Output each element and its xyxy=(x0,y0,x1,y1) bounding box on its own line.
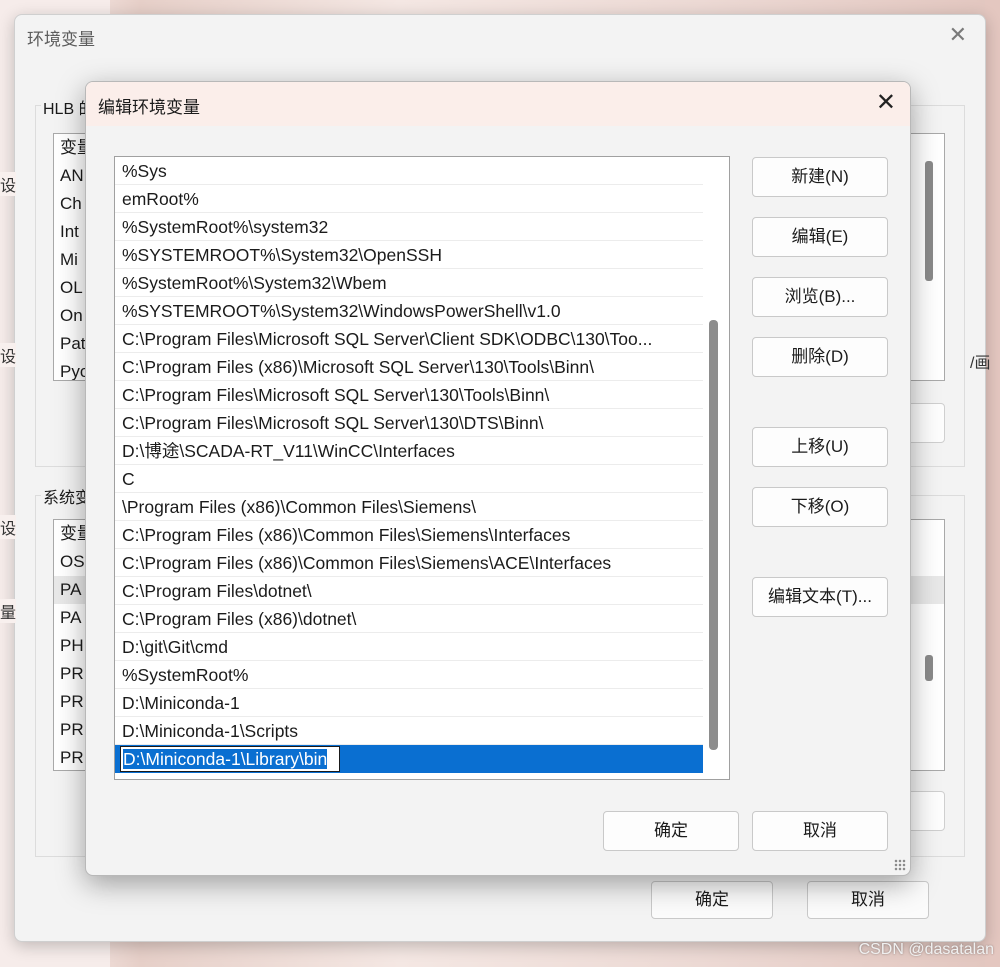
path-row[interactable]: D:\git\Git\cmd xyxy=(115,633,703,661)
edit-button[interactable]: 编辑(E) xyxy=(752,217,888,257)
path-edit-input[interactable]: D:\Miniconda-1\Library\bin xyxy=(120,746,341,772)
move-down-button[interactable]: 下移(O) xyxy=(752,487,888,527)
close-icon[interactable]: ✕ xyxy=(876,90,896,116)
path-row[interactable]: %SystemRoot%\system32 xyxy=(115,213,703,241)
path-row[interactable]: D:\Miniconda-1 xyxy=(115,689,703,717)
cancel-button[interactable]: 取消 xyxy=(752,811,888,851)
ok-button[interactable]: 确定 xyxy=(651,881,773,919)
path-row[interactable]: %Sys xyxy=(115,157,703,185)
cancel-button[interactable]: 取消 xyxy=(807,881,929,919)
watermark: CSDN @dasatalan xyxy=(858,941,994,958)
path-row[interactable]: %SYSTEMROOT%\System32\WindowsPowerShell\… xyxy=(115,297,703,325)
browse-button[interactable]: 浏览(B)... xyxy=(752,277,888,317)
background-fragment: /画 xyxy=(970,355,991,372)
background-fragment: 设 xyxy=(0,172,17,196)
path-row[interactable]: C:\Program Files\dotnet\ xyxy=(115,577,703,605)
user-delete-button[interactable] xyxy=(905,403,945,443)
wallpaper-strip xyxy=(985,0,1000,967)
path-row[interactable]: %SystemRoot%\System32\Wbem xyxy=(115,269,703,297)
ok-button[interactable]: 确定 xyxy=(603,811,739,851)
scrollbar-thumb[interactable] xyxy=(925,161,933,281)
scrollbar-thumb[interactable] xyxy=(709,320,718,750)
background-fragment: 设 xyxy=(0,515,17,539)
new-button[interactable]: 新建(N) xyxy=(752,157,888,197)
path-list[interactable]: %Sys emRoot% %SystemRoot%\system32 %SYSTEMR… xyxy=(114,156,730,780)
path-row[interactable]: C:\Program Files (x86)\Microsoft SQL Ser… xyxy=(115,353,703,381)
close-icon[interactable]: ✕ xyxy=(949,23,967,47)
title-bar: 编辑环境变量 ✕ xyxy=(86,82,910,126)
move-up-button[interactable]: 上移(U) xyxy=(752,427,888,467)
path-row[interactable]: D:\Miniconda-1\Scripts xyxy=(115,717,703,745)
path-row[interactable]: C:\Program Files\Microsoft SQL Server\13… xyxy=(115,409,703,437)
path-row[interactable]: C:\Program Files (x86)\dotnet\ xyxy=(115,605,703,633)
delete-button[interactable]: 删除(D) xyxy=(752,337,888,377)
dialog-title: 编辑环境变量 xyxy=(98,98,200,117)
resize-grip-icon[interactable] xyxy=(894,859,906,871)
env-vars-title: 环境变量 xyxy=(27,30,95,49)
path-row[interactable]: C xyxy=(115,465,703,493)
background-fragment: 量 xyxy=(0,599,17,623)
system-delete-button[interactable] xyxy=(905,791,945,831)
path-row[interactable]: C:\Program Files\Microsoft SQL Server\13… xyxy=(115,381,703,409)
path-row[interactable]: C:\Program Files (x86)\Common Files\Siem… xyxy=(115,549,703,577)
path-row[interactable]: %SystemRoot% xyxy=(115,661,703,689)
path-row[interactable]: D:\博途\SCADA-RT_V11\WinCC\Interfaces xyxy=(115,437,703,465)
path-row[interactable]: %SYSTEMROOT%\System32\OpenSSH xyxy=(115,241,703,269)
path-row[interactable]: C:\Program Files\Microsoft SQL Server\Cl… xyxy=(115,325,703,353)
path-row[interactable]: \Program Files (x86)\Common Files\Siemen… xyxy=(115,493,703,521)
path-row[interactable]: emRoot% xyxy=(115,185,703,213)
path-row[interactable]: C:\Program Files (x86)\Common Files\Siem… xyxy=(115,521,703,549)
edit-env-var-dialog: 编辑环境变量 ✕ %Sys emRoot% %SystemRoot%\system3… xyxy=(85,81,911,876)
background-fragment: 设 xyxy=(0,343,17,367)
path-row-editing[interactable]: D:\Miniconda-1\Library\bin xyxy=(115,745,703,773)
edit-text-button[interactable]: 编辑文本(T)... xyxy=(752,577,888,617)
scrollbar-thumb[interactable] xyxy=(925,655,933,681)
